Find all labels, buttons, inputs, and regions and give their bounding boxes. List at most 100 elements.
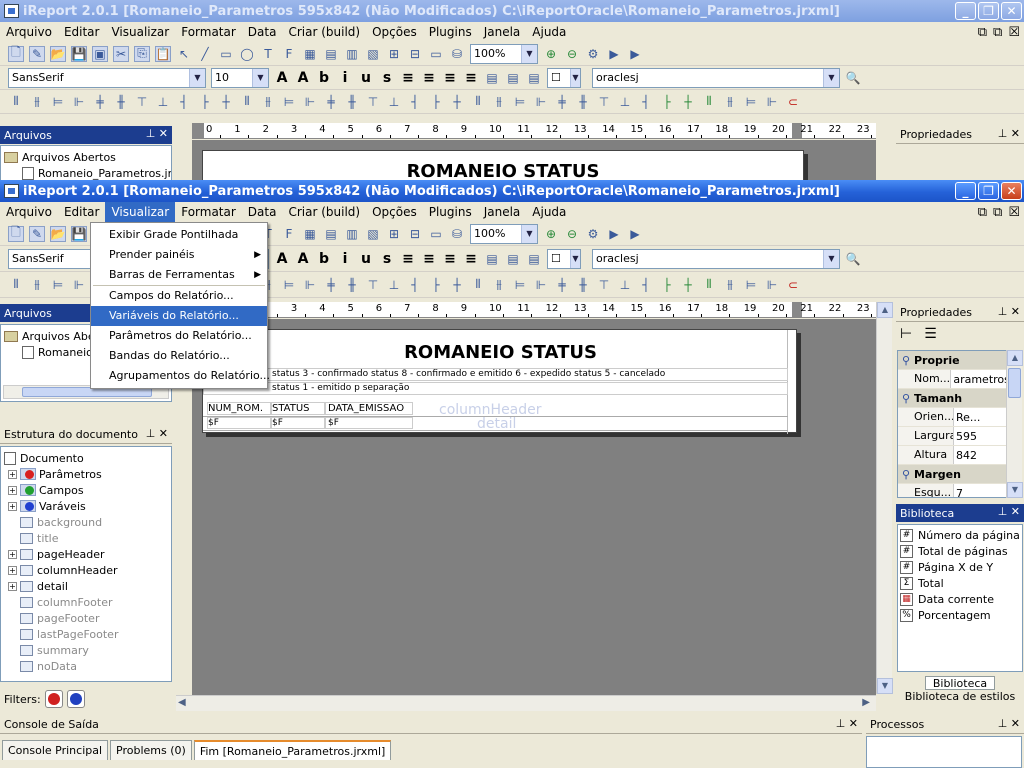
- align-tool-18-icon[interactable]: ⊤: [365, 277, 381, 293]
- menu-item-prender-pain-is[interactable]: Prender painéis ▶: [91, 245, 267, 265]
- run-icon[interactable]: ▶: [606, 46, 622, 62]
- tab-biblioteca[interactable]: Biblioteca: [925, 676, 995, 690]
- align-tool-4-icon[interactable]: ⊩: [71, 277, 87, 293]
- tree-row-columnheader[interactable]: + columnHeader: [4, 562, 168, 578]
- font-family-combo[interactable]: SansSerif▼: [8, 67, 206, 88]
- menu-visualizar[interactable]: Visualizar: [105, 202, 176, 222]
- rectangle-icon[interactable]: ▭: [218, 46, 234, 62]
- new-file-icon[interactable]: 🗋: [8, 225, 24, 242]
- canvas-vertical-scrollbar[interactable]: ▲ ▼: [876, 302, 893, 694]
- panel-pin-close-icon[interactable]: ⊥ ✕: [998, 127, 1020, 140]
- menu-criar-build-[interactable]: Criar (build): [282, 202, 366, 222]
- align-tool-3-icon[interactable]: ⊨: [50, 277, 66, 293]
- mdi-close-icon[interactable]: ☒: [1008, 205, 1020, 220]
- run-icon[interactable]: ▶: [606, 226, 622, 242]
- connection-combo[interactable]: oraclesj ▼: [592, 248, 840, 269]
- close-icon[interactable]: ✕: [1001, 2, 1022, 20]
- mdi-tile-icon[interactable]: ⧉: [993, 205, 1002, 220]
- connection-search-icon[interactable]: 🔍: [845, 70, 861, 86]
- border-combo[interactable]: ☐ ▼: [547, 248, 581, 269]
- menu-formatar[interactable]: Formatar: [175, 202, 242, 222]
- align-tool-20-icon[interactable]: ┤: [407, 94, 423, 110]
- align-tool-35-icon[interactable]: ⫵: [722, 94, 738, 110]
- align-center-icon[interactable]: ≡: [421, 251, 437, 267]
- underline-icon[interactable]: u: [358, 251, 374, 267]
- tree-row-detail[interactable]: + detail: [4, 578, 168, 594]
- prop-section-header[interactable]: ⚲ Tamanh: [898, 389, 1006, 408]
- menu-ajuda[interactable]: Ajuda: [526, 202, 572, 222]
- frame-icon[interactable]: ▤: [323, 46, 339, 62]
- tree-row-columnfooter[interactable]: columnFooter: [4, 594, 168, 610]
- underline-icon[interactable]: u: [358, 70, 374, 86]
- close-icon[interactable]: ✕: [1001, 182, 1022, 200]
- dropdown-arrow-icon[interactable]: ▼: [252, 68, 268, 87]
- align-tool-14-icon[interactable]: ⊨: [281, 277, 297, 293]
- image-icon[interactable]: ▦: [302, 46, 318, 62]
- expand-icon[interactable]: +: [8, 581, 17, 591]
- border-combo[interactable]: ☐ ▼: [547, 67, 581, 88]
- expand-icon[interactable]: +: [8, 485, 17, 495]
- align-tool-37-icon[interactable]: ⊩: [764, 277, 780, 293]
- scroll-up-icon[interactable]: ▲: [1007, 350, 1023, 366]
- align-tool-34-icon[interactable]: ⫴: [701, 94, 717, 110]
- align-tool-9-icon[interactable]: ┤: [176, 94, 192, 110]
- align-tool-23-icon[interactable]: ⫴: [470, 94, 486, 110]
- align-tool-26-icon[interactable]: ⊩: [533, 94, 549, 110]
- align-tool-21-icon[interactable]: ├: [428, 94, 444, 110]
- align-tool-8-icon[interactable]: ⊥: [155, 94, 171, 110]
- run-db-icon[interactable]: ▶: [627, 46, 643, 62]
- subreport-icon[interactable]: ⊞: [386, 46, 402, 62]
- scroll-down-icon[interactable]: ▼: [877, 678, 893, 694]
- menu-data[interactable]: Data: [242, 22, 283, 42]
- align-tool-6-icon[interactable]: ╫: [113, 94, 129, 110]
- canvas-horizontal-scrollbar[interactable]: ◀ ▶: [176, 695, 876, 711]
- bold-icon[interactable]: b: [316, 70, 332, 86]
- ellipse-icon[interactable]: ◯: [239, 46, 255, 62]
- col-header-num-rom[interactable]: NUM_ROM.: [207, 402, 271, 415]
- align-tool-28-icon[interactable]: ╫: [575, 277, 591, 293]
- align-tool-32-icon[interactable]: ├: [659, 94, 675, 110]
- align-tool-34-icon[interactable]: ⫴: [701, 277, 717, 293]
- tree-row-nodata[interactable]: noData: [4, 658, 168, 674]
- crosstab-icon[interactable]: ⊟: [407, 46, 423, 62]
- align-tool-11-icon[interactable]: ┼: [218, 94, 234, 110]
- new-file-icon[interactable]: 🗋: [8, 45, 24, 62]
- align-tool-15-icon[interactable]: ⊩: [302, 94, 318, 110]
- align-tool-31-icon[interactable]: ┤: [638, 94, 654, 110]
- align-left-icon[interactable]: ≡: [400, 70, 416, 86]
- frame-icon[interactable]: ▤: [323, 226, 339, 242]
- tree-row-summary[interactable]: summary: [4, 642, 168, 658]
- barcode-icon[interactable]: ▧: [365, 46, 381, 62]
- prop-section-header[interactable]: ⚲ Margen: [898, 465, 1006, 484]
- zoom-out-icon[interactable]: ⊖: [564, 46, 580, 62]
- barcode-icon[interactable]: ▧: [365, 226, 381, 242]
- panel-pin-close-icon[interactable]: ⊥ ✕: [998, 717, 1020, 730]
- prop-row[interactable]: Esqu... 7: [898, 484, 1006, 497]
- tree-row-background[interactable]: background: [4, 514, 168, 530]
- text-icon[interactable]: T: [260, 46, 276, 62]
- align-tool-16-icon[interactable]: ╪: [323, 94, 339, 110]
- subreport-icon[interactable]: ⊞: [386, 226, 402, 242]
- expand-icon[interactable]: +: [8, 565, 17, 575]
- align-tool-14-icon[interactable]: ⊨: [281, 94, 297, 110]
- menu-janela[interactable]: Janela: [478, 22, 527, 42]
- align-tool-35-icon[interactable]: ⫵: [722, 277, 738, 293]
- tree-row-pagefooter[interactable]: pageFooter: [4, 610, 168, 626]
- copy-icon[interactable]: ⎘: [134, 45, 150, 62]
- align-tool-28-icon[interactable]: ╫: [575, 94, 591, 110]
- tree-row-parâmetros[interactable]: + Parâmetros: [4, 466, 168, 482]
- menu-op-es[interactable]: Opções: [366, 22, 423, 42]
- filter-blue-icon[interactable]: [66, 690, 85, 708]
- biblioteca-item[interactable]: % Porcentagem: [900, 607, 1020, 623]
- biblioteca-item[interactable]: # Total de páginas: [900, 543, 1020, 559]
- align-right-icon[interactable]: ≡: [442, 251, 458, 267]
- panel-pin-close-icon[interactable]: ⊥ ✕: [998, 305, 1020, 318]
- tree-row[interactable]: Romaneio_Parametros.jrxml: [4, 165, 171, 180]
- menu-editar[interactable]: Editar: [58, 22, 106, 42]
- scroll-up-icon[interactable]: ▲: [877, 302, 893, 318]
- field-icon[interactable]: F: [281, 46, 297, 62]
- tree-row-lastpagefooter[interactable]: lastPageFooter: [4, 626, 168, 642]
- align-tool-18-icon[interactable]: ⊤: [365, 94, 381, 110]
- minimize-icon[interactable]: _: [955, 182, 976, 200]
- mdi-close-icon[interactable]: ☒: [1008, 25, 1020, 40]
